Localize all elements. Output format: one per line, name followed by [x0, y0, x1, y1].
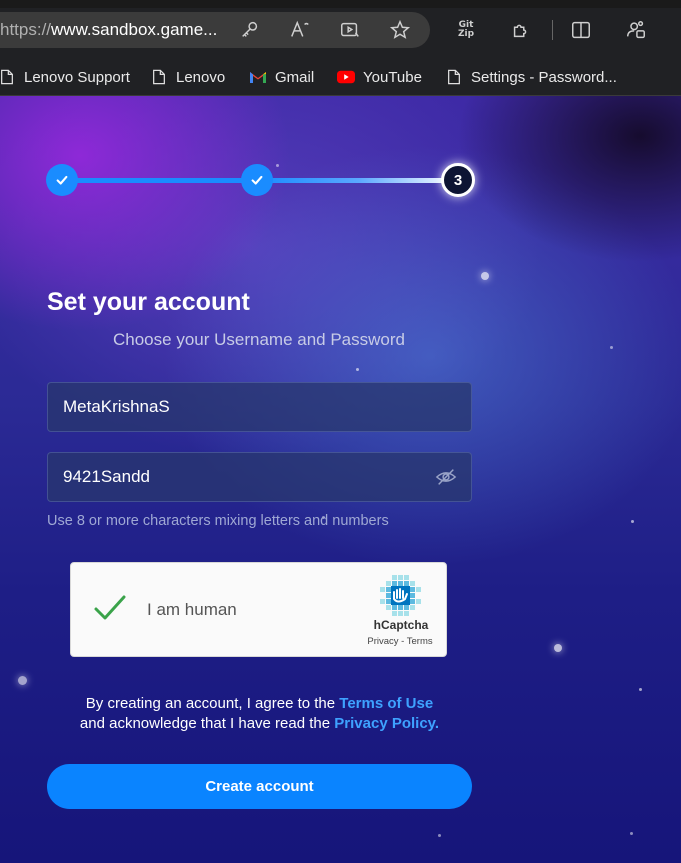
username-field[interactable]	[47, 382, 472, 432]
extensions-icon[interactable]	[509, 18, 533, 42]
legal-text-1: By creating an account, I agree to the	[85, 695, 340, 712]
url-text[interactable]: https://www.sandbox.game...	[0, 20, 217, 40]
page-subtitle: Choose your Username and Password	[113, 330, 405, 349]
checkmark-icon	[251, 175, 263, 185]
star-decoration	[438, 834, 441, 837]
bookmark-label: Gmail	[275, 68, 315, 86]
page-icon	[150, 68, 168, 86]
checkmark-icon	[56, 175, 68, 185]
hcaptcha-brand: hCaptcha	[373, 618, 429, 632]
bookmark-settings-password[interactable]: Settings - Password...	[445, 64, 617, 90]
bookmark-lenovo-support[interactable]: Lenovo Support	[0, 64, 130, 90]
profile-icon[interactable]	[624, 18, 648, 42]
url-scheme: https://	[0, 20, 52, 39]
gmail-icon	[249, 68, 267, 86]
hide-password-icon[interactable]	[435, 466, 457, 488]
browser-toolbar: https://www.sandbox.game... Git Zip	[0, 0, 681, 58]
read-aloud-icon[interactable]	[288, 18, 312, 42]
star-decoration	[610, 346, 613, 349]
bookmark-gmail[interactable]: Gmail	[249, 64, 314, 90]
stepper-connector	[62, 178, 258, 183]
step-1-complete	[46, 164, 78, 196]
password-input[interactable]	[48, 453, 471, 501]
star-decoration	[639, 688, 642, 691]
hcaptcha-links[interactable]: Privacy - Terms	[357, 636, 443, 647]
legal-text-2: and acknowledge that I have read the	[79, 715, 335, 732]
hcaptcha-widget: I am human hCaptcha Privacy - Terms	[70, 562, 447, 657]
split-screen-icon[interactable]	[569, 18, 593, 42]
bookmarks-bar: Lenovo Support Lenovo Gmail YouTube Sett…	[0, 58, 681, 96]
terms-of-use-link[interactable]: Terms of Use	[339, 695, 433, 712]
step-2-complete	[241, 164, 273, 196]
password-field[interactable]	[47, 452, 472, 502]
hcaptcha-logo-icon	[378, 573, 422, 617]
username-input[interactable]	[48, 383, 471, 431]
privacy-policy-link[interactable]: Privacy Policy.	[334, 715, 439, 732]
star-decoration	[631, 520, 634, 523]
password-hint: Use 8 or more characters mixing letters …	[47, 513, 389, 529]
legal-notice: By creating an account, I agree to the T…	[47, 694, 472, 734]
star-decoration	[554, 644, 562, 652]
bookmark-label: Lenovo Support	[24, 68, 130, 86]
star-decoration	[356, 368, 359, 371]
create-account-button[interactable]: Create account	[47, 764, 472, 809]
star-decoration	[276, 164, 279, 167]
bookmark-label: YouTube	[363, 68, 422, 86]
key-icon[interactable]	[238, 18, 262, 42]
bookmark-label: Settings - Password...	[471, 68, 617, 86]
toolbar-divider	[552, 20, 553, 40]
captcha-label[interactable]: I am human	[147, 600, 237, 620]
youtube-icon	[337, 68, 355, 86]
page-icon	[445, 68, 463, 86]
media-icon[interactable]	[338, 18, 362, 42]
bookmark-lenovo[interactable]: Lenovo	[150, 64, 225, 90]
url-host: www.sandbox.game...	[51, 20, 218, 39]
bookmark-youtube[interactable]: YouTube	[337, 64, 422, 90]
signup-page: 3 Set your account Choose your Username …	[0, 96, 681, 863]
gitzip-extension-icon[interactable]: Git Zip	[452, 18, 480, 42]
step-3-current: 3	[441, 163, 475, 197]
page-icon	[0, 68, 16, 86]
page-title: Set your account	[47, 288, 250, 316]
stepper-connector	[258, 178, 458, 183]
star-decoration	[18, 676, 27, 685]
star-decoration	[481, 272, 489, 280]
bookmark-label: Lenovo	[176, 68, 226, 86]
star-decoration	[630, 832, 633, 835]
step-number: 3	[453, 171, 463, 189]
captcha-checkmark-icon[interactable]	[93, 593, 127, 623]
favorite-star-icon[interactable]	[388, 18, 412, 42]
gitzip-label: Git Zip	[457, 20, 475, 39]
